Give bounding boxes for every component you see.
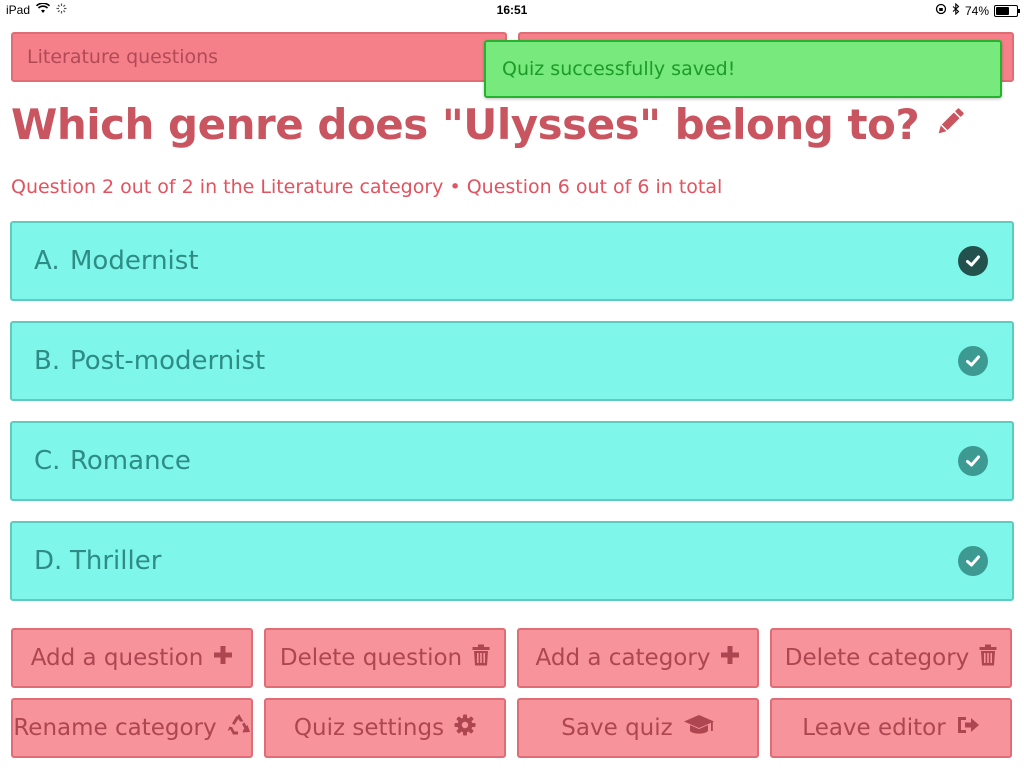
- plus-icon: [720, 645, 740, 671]
- check-circle-icon[interactable]: [958, 546, 988, 576]
- answer-b[interactable]: B. Post-modernist: [10, 321, 1014, 401]
- bluetooth-icon: [952, 2, 960, 18]
- category-selector[interactable]: Literature questions: [11, 32, 507, 82]
- add-category-button[interactable]: Add a category: [517, 628, 759, 688]
- answer-letter: D.: [34, 546, 63, 576]
- leave-editor-label: Leave editor: [802, 715, 946, 741]
- orientation-lock-icon: [935, 3, 947, 18]
- answer-c[interactable]: C. Romance: [10, 421, 1014, 501]
- trash-icon: [472, 644, 490, 672]
- gear-icon: [454, 714, 476, 742]
- quiz-settings-button[interactable]: Quiz settings: [264, 698, 506, 758]
- add-question-button[interactable]: Add a question: [11, 628, 253, 688]
- toast-message: Quiz successfully saved!: [502, 58, 736, 80]
- answer-letter: B.: [34, 346, 61, 376]
- answer-text: Romance: [70, 446, 191, 476]
- graduation-cap-icon: [683, 714, 715, 742]
- question-title: Which genre does "Ulysses" belong to?: [11, 100, 967, 149]
- question-subtitle: Question 2 out of 2 in the Literature ca…: [11, 176, 723, 198]
- check-circle-icon[interactable]: [958, 346, 988, 376]
- answer-text: Post-modernist: [70, 346, 266, 376]
- delete-question-button[interactable]: Delete question: [264, 628, 506, 688]
- delete-category-button[interactable]: Delete category: [770, 628, 1012, 688]
- plus-icon: [213, 645, 233, 671]
- answer-letter: C.: [34, 446, 61, 476]
- answer-letter: A.: [34, 246, 60, 276]
- answer-text: Modernist: [70, 246, 199, 276]
- check-circle-icon[interactable]: [958, 446, 988, 476]
- pencil-icon[interactable]: [933, 100, 967, 149]
- add-question-label: Add a question: [30, 645, 204, 671]
- status-bar: iPad 16:51 74%: [0, 0, 1024, 22]
- add-category-label: Add a category: [535, 645, 711, 671]
- save-quiz-label: Save quiz: [561, 715, 673, 741]
- delete-category-label: Delete category: [784, 645, 970, 671]
- status-right: 74%: [935, 2, 1020, 18]
- category-selector-label: Literature questions: [27, 46, 219, 68]
- rename-category-button[interactable]: Rename category: [11, 698, 253, 758]
- rename-category-label: Rename category: [13, 715, 217, 741]
- sign-out-icon: [956, 714, 980, 742]
- battery-percent: 74%: [964, 3, 989, 18]
- status-time: 16:51: [496, 3, 528, 17]
- check-circle-icon[interactable]: [958, 246, 988, 276]
- leave-editor-button[interactable]: Leave editor: [770, 698, 1012, 758]
- battery-icon: [994, 4, 1020, 17]
- save-success-toast: Quiz successfully saved!: [484, 40, 1002, 98]
- trash-icon: [979, 644, 997, 672]
- question-title-text: Which genre does "Ulysses" belong to?: [11, 100, 920, 149]
- recycle-icon: [227, 713, 251, 743]
- save-quiz-button[interactable]: Save quiz: [517, 698, 759, 758]
- answer-text: Thriller: [70, 546, 162, 576]
- answer-d[interactable]: D. Thriller: [10, 521, 1014, 601]
- quiz-settings-label: Quiz settings: [293, 715, 445, 741]
- delete-question-label: Delete question: [279, 645, 463, 671]
- answer-a[interactable]: A. Modernist: [10, 221, 1014, 301]
